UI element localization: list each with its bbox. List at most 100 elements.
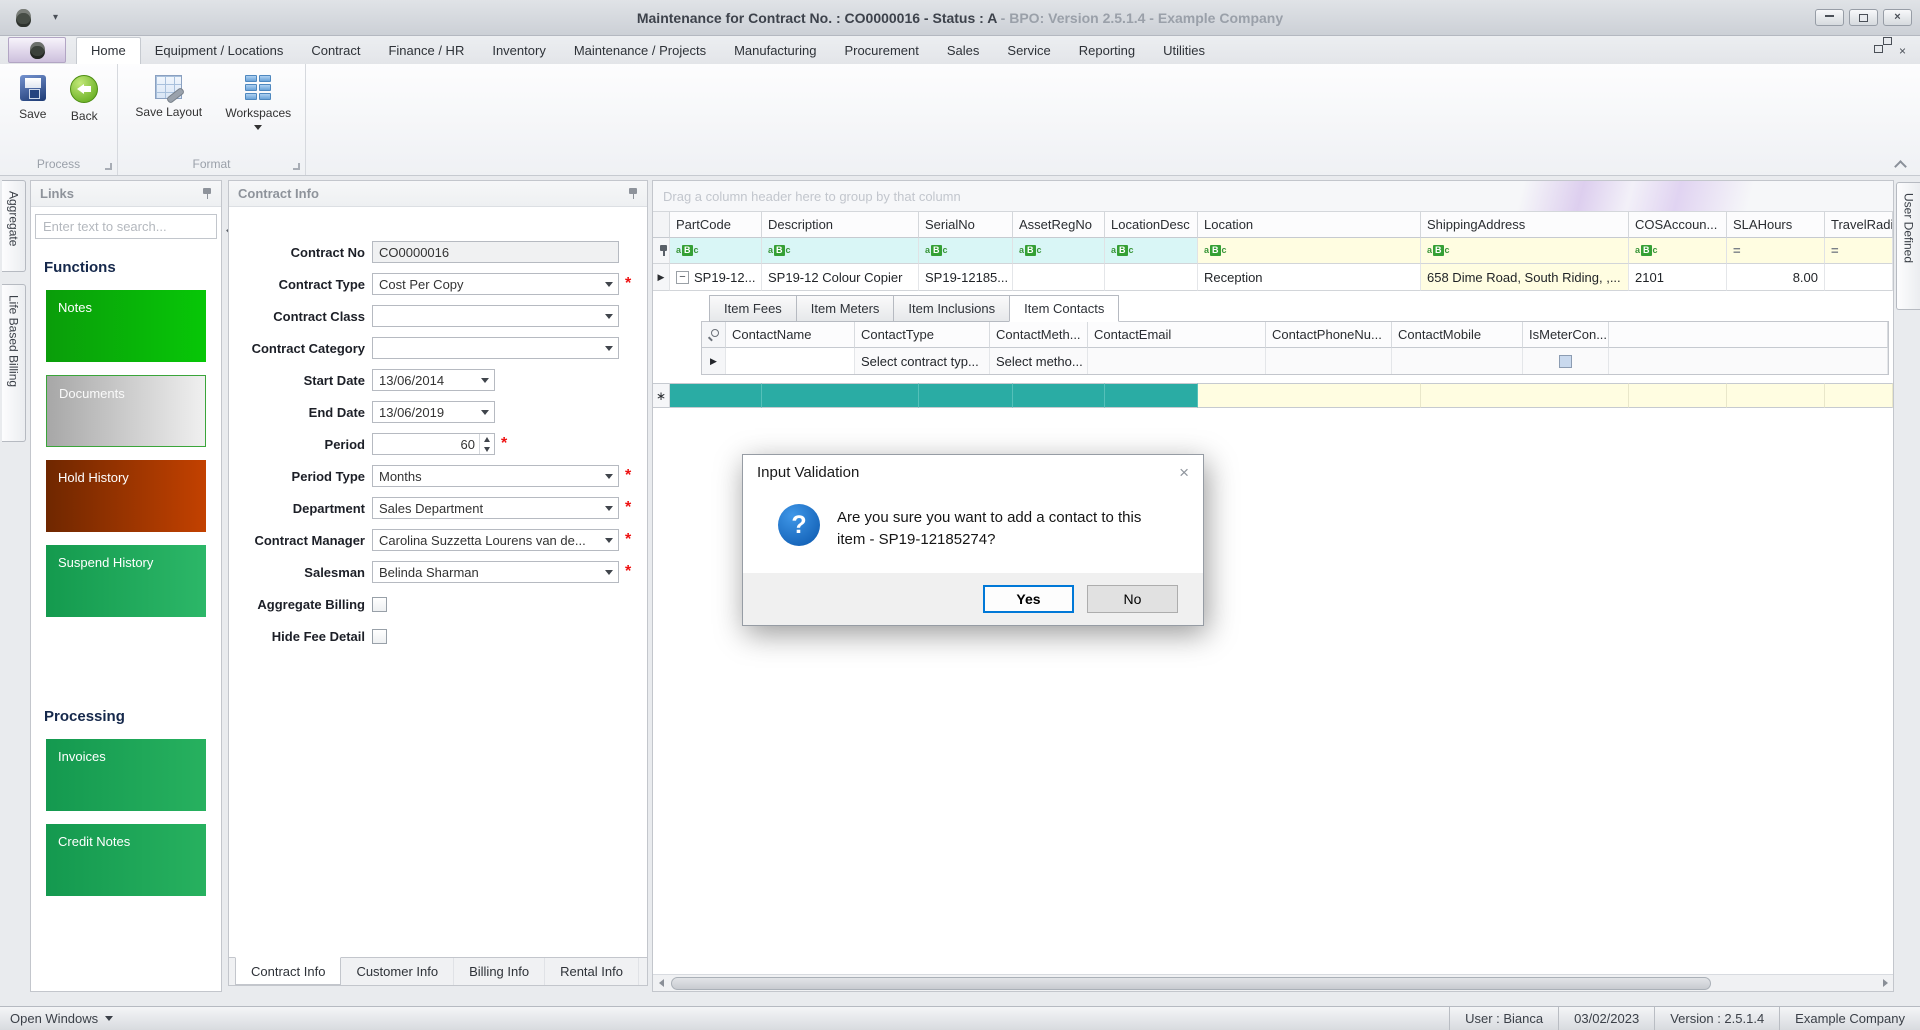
cell-contactmobile[interactable] bbox=[1392, 348, 1523, 374]
tab-billing-info[interactable]: Billing Info bbox=[454, 958, 546, 985]
cell-shippingaddress[interactable]: 658 Dime Road, South Riding, ,... bbox=[1421, 264, 1629, 291]
filter-cell-shippingaddress[interactable]: aBc bbox=[1421, 238, 1629, 264]
group-dialog-launcher-icon[interactable] bbox=[105, 163, 112, 170]
minimize-button[interactable] bbox=[1815, 9, 1844, 26]
credit-notes-button[interactable]: Credit Notes bbox=[46, 824, 206, 896]
cell-travelradius[interactable] bbox=[1825, 264, 1893, 291]
cell-location[interactable]: Reception bbox=[1198, 264, 1421, 291]
open-windows-dropdown[interactable]: Open Windows bbox=[0, 1011, 114, 1026]
tab-reporting[interactable]: Reporting bbox=[1065, 38, 1149, 64]
ribbon-collapse-icon[interactable] bbox=[1895, 161, 1906, 168]
period-stepper[interactable] bbox=[372, 433, 495, 455]
dialog-titlebar[interactable]: Input Validation × bbox=[743, 455, 1203, 490]
spin-up-icon[interactable] bbox=[484, 436, 490, 442]
column-header-locationdesc[interactable]: LocationDesc bbox=[1105, 211, 1198, 238]
tab-equipment-locations[interactable]: Equipment / Locations bbox=[141, 38, 298, 64]
tab-procurement[interactable]: Procurement bbox=[830, 38, 932, 64]
collapse-detail-icon[interactable]: − bbox=[676, 270, 689, 284]
cell-contacttype[interactable]: Select contract typ... bbox=[855, 348, 990, 374]
column-header-ismetercontact[interactable]: IsMeterCon... bbox=[1523, 322, 1609, 348]
new-cell-description[interactable] bbox=[762, 383, 919, 408]
scroll-left-button[interactable] bbox=[653, 979, 669, 987]
invoices-button[interactable]: Invoices bbox=[46, 739, 206, 811]
scrollbar-thumb[interactable] bbox=[671, 976, 1711, 990]
end-date-picker[interactable]: 13/06/2019 bbox=[372, 401, 495, 423]
chevron-down-icon[interactable] bbox=[599, 562, 618, 582]
group-dialog-launcher-icon[interactable] bbox=[293, 163, 300, 170]
cell-locationdesc[interactable] bbox=[1105, 264, 1198, 291]
contacts-search-cell[interactable] bbox=[702, 322, 726, 348]
pin-icon[interactable] bbox=[202, 187, 212, 200]
tab-customer-info[interactable]: Customer Info bbox=[341, 958, 455, 985]
column-header-contactmethod[interactable]: ContactMeth... bbox=[990, 322, 1088, 348]
new-cell-locationdesc[interactable] bbox=[1105, 383, 1198, 408]
new-cell-cosaccount[interactable] bbox=[1629, 383, 1727, 408]
chevron-down-icon[interactable] bbox=[599, 498, 618, 518]
column-header-shippingaddress[interactable]: ShippingAddress bbox=[1421, 211, 1629, 238]
cell-assetregno[interactable] bbox=[1013, 264, 1105, 291]
close-button[interactable]: × bbox=[1883, 9, 1912, 26]
cell-partcode[interactable]: − SP19-12... bbox=[670, 264, 762, 291]
filter-cell-cosaccount[interactable]: aBc bbox=[1629, 238, 1727, 264]
filter-cell-travelradius[interactable]: = bbox=[1825, 238, 1893, 264]
cell-description[interactable]: SP19-12 Colour Copier bbox=[762, 264, 919, 291]
hide-fee-detail-checkbox[interactable] bbox=[372, 628, 387, 644]
new-cell-travelradius[interactable] bbox=[1825, 383, 1893, 408]
column-header-cosaccount[interactable]: COSAccoun... bbox=[1629, 211, 1727, 238]
cell-slahours[interactable]: 8.00 bbox=[1727, 264, 1825, 291]
tab-maintenance-projects[interactable]: Maintenance / Projects bbox=[560, 38, 720, 64]
cell-contactmethod[interactable]: Select metho... bbox=[990, 348, 1088, 374]
tab-finance-hr[interactable]: Finance / HR bbox=[374, 38, 478, 64]
dialog-close-icon[interactable]: × bbox=[1179, 464, 1189, 481]
column-header-partcode[interactable]: PartCode bbox=[670, 211, 762, 238]
save-layout-button[interactable]: Save Layout bbox=[132, 72, 206, 119]
new-cell-location[interactable] bbox=[1198, 383, 1421, 408]
side-tab-aggregate[interactable]: Aggregate bbox=[2, 180, 26, 272]
quick-access-dropdown-icon[interactable]: ▾ bbox=[53, 12, 58, 23]
tab-utilities[interactable]: Utilities bbox=[1149, 38, 1219, 64]
pin-icon[interactable] bbox=[628, 187, 638, 200]
application-menu-button[interactable] bbox=[8, 37, 66, 63]
filter-cell-partcode[interactable]: aBc bbox=[670, 238, 762, 264]
column-header-serialno[interactable]: SerialNo bbox=[919, 211, 1013, 238]
chevron-down-icon[interactable] bbox=[599, 530, 618, 550]
side-tab-user-defined[interactable]: User Defined bbox=[1896, 182, 1920, 310]
filter-cell-serialno[interactable]: aBc bbox=[919, 238, 1013, 264]
new-cell-slahours[interactable] bbox=[1727, 383, 1825, 408]
column-header-contactemail[interactable]: ContactEmail bbox=[1088, 322, 1266, 348]
notes-button[interactable]: Notes bbox=[46, 290, 206, 362]
cell-cosaccount[interactable]: 2101 bbox=[1629, 264, 1727, 291]
start-date-picker[interactable]: 13/06/2014 bbox=[372, 369, 495, 391]
column-header-location[interactable]: Location bbox=[1198, 211, 1421, 238]
chevron-down-icon[interactable] bbox=[599, 338, 618, 358]
cell-serialno[interactable]: SP19-12185... bbox=[919, 264, 1013, 291]
column-header-contactphone[interactable]: ContactPhoneNu... bbox=[1266, 322, 1392, 348]
spin-down-icon[interactable] bbox=[484, 446, 490, 452]
tab-rental-info[interactable]: Rental Info bbox=[545, 958, 639, 985]
salesman-combo[interactable]: Belinda Sharman bbox=[372, 561, 619, 583]
contract-no-input[interactable] bbox=[379, 244, 618, 260]
ismeter-checkbox[interactable] bbox=[1559, 354, 1572, 368]
column-header-description[interactable]: Description bbox=[762, 211, 919, 238]
restore-button[interactable] bbox=[1849, 9, 1878, 26]
period-input[interactable] bbox=[379, 436, 479, 452]
contract-no-field[interactable] bbox=[372, 241, 619, 263]
tab-manufacturing[interactable]: Manufacturing bbox=[720, 38, 830, 64]
cell-contactname[interactable] bbox=[726, 348, 855, 374]
documents-button[interactable]: Documents bbox=[46, 375, 206, 447]
suspend-history-button[interactable]: Suspend History bbox=[46, 545, 206, 617]
cell-contactphone[interactable] bbox=[1266, 348, 1392, 374]
filter-cell-description[interactable]: aBc bbox=[762, 238, 919, 264]
tab-item-meters[interactable]: Item Meters bbox=[795, 295, 894, 322]
column-header-contacttype[interactable]: ContactType bbox=[855, 322, 990, 348]
new-cell-shippingaddress[interactable] bbox=[1421, 383, 1629, 408]
tab-contract-info[interactable]: Contract Info bbox=[235, 957, 342, 985]
tab-item-inclusions[interactable]: Item Inclusions bbox=[893, 295, 1010, 322]
links-search-input[interactable] bbox=[36, 219, 226, 234]
contract-category-combo[interactable] bbox=[372, 337, 619, 359]
filter-cell-assetregno[interactable]: aBc bbox=[1013, 238, 1105, 264]
contract-manager-combo[interactable]: Carolina Suzzetta Lourens van de... bbox=[372, 529, 619, 551]
column-header-slahours[interactable]: SLAHours bbox=[1727, 211, 1825, 238]
hold-history-button[interactable]: Hold History bbox=[46, 460, 206, 532]
chevron-down-icon[interactable] bbox=[599, 274, 618, 294]
